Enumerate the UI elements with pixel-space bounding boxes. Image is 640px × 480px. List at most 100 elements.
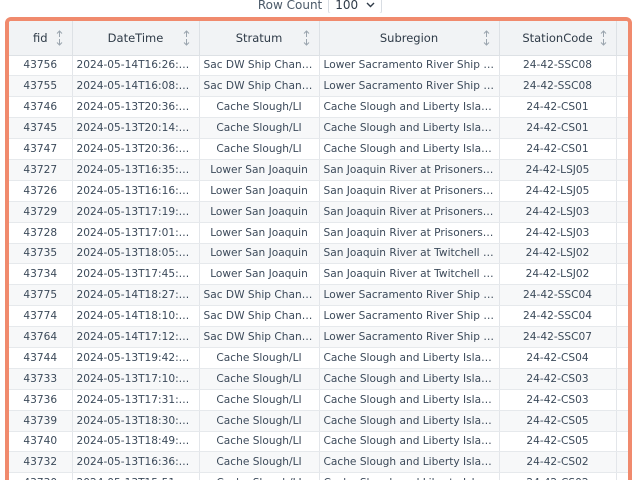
cell-subregion: Cache Slough and Liberty Island [319, 117, 500, 140]
scrollbar-gutter [616, 451, 628, 474]
scrollbar-gutter [616, 305, 628, 328]
cell-fid: 43728 [9, 222, 73, 244]
scrollbar-gutter [616, 96, 628, 119]
table-row[interactable]: 43746 2024-05-13T20:36:53Z Cache Slough/LI… [9, 96, 628, 119]
scrollbar-gutter [616, 55, 628, 77]
cell-datetime: 2024-05-13T19:42:55Z [72, 347, 200, 369]
table-row[interactable]: 43755 2024-05-14T16:08:59Z Sac DW Ship Cha… [9, 75, 628, 98]
table-row[interactable]: 43756 2024-05-14T16:26:03Z Sac DW Ship Cha… [9, 55, 628, 77]
scrollbar-gutter [616, 21, 628, 56]
scrollbar-gutter [616, 326, 628, 348]
cell-subregion: San Joaquin River at Twitchell Is... [319, 243, 500, 265]
cell-datetime: 2024-05-14T17:12:45Z [72, 326, 200, 348]
scrollbar-gutter [616, 368, 628, 390]
cell-stationcode: 24-42-CS03 [499, 389, 617, 411]
column-header-stratum[interactable]: Stratum [199, 21, 320, 56]
cell-stratum: Sac DW Ship Channel [199, 326, 320, 348]
cell-subregion: Cache Slough and Liberty Island [319, 451, 500, 474]
cell-subregion: Cache Slough and Liberty Island [319, 368, 500, 390]
column-header-label: StationCode [522, 30, 593, 45]
table-row[interactable]: 43734 2024-05-13T17:45:12Z Lower San Joaqu… [9, 263, 628, 286]
sort-arrows-icon[interactable] [302, 30, 311, 49]
cell-stratum: Cache Slough/LI [199, 138, 320, 160]
column-header-stationcode[interactable]: StationCode [499, 21, 617, 56]
cell-stationcode: 24-42-CS02 [499, 472, 617, 480]
scrollbar-gutter [616, 222, 628, 244]
cell-stationcode: 24-42-SSC04 [499, 305, 617, 328]
cell-stationcode: 24-42-LSJ05 [499, 180, 617, 202]
sort-arrows-icon[interactable] [482, 30, 491, 49]
column-header-label: Subregion [379, 30, 439, 45]
cell-stationcode: 24-42-LSJ03 [499, 222, 617, 244]
table-row[interactable]: 43739 2024-05-13T18:30:56Z Cache Slough/LI… [9, 410, 628, 432]
cell-datetime: 2024-05-13T20:14:41Z [72, 117, 200, 140]
row-count-value: 100 [335, 0, 359, 12]
table-row[interactable]: 43735 2024-05-13T18:05:40Z Lower San Joaqu… [9, 243, 628, 265]
table-row[interactable]: 43736 2024-05-13T17:31:33Z Cache Slough/LI… [9, 389, 628, 411]
table-row[interactable]: 43775 2024-05-14T18:27:24Z Sac DW Ship Cha… [9, 284, 628, 307]
table-row[interactable]: 43745 2024-05-13T20:14:41Z Cache Slough/LI… [9, 117, 628, 140]
scrollbar-gutter [616, 263, 628, 286]
cell-fid: 43774 [9, 305, 73, 328]
table-row[interactable]: 43726 2024-05-13T16:16:00Z Lower San Joaqu… [9, 180, 628, 202]
cell-datetime: 2024-05-14T18:27:24Z [72, 284, 200, 307]
table-row[interactable]: 43774 2024-05-14T18:10:25Z Sac DW Ship Cha… [9, 305, 628, 328]
cell-fid: 43729 [9, 201, 73, 223]
table-header-row: fid DateTime Stratum Subregion StationCode [9, 21, 628, 56]
column-header-inner: DateTime [73, 21, 199, 54]
sort-arrows-icon[interactable] [55, 30, 64, 49]
table-row[interactable]: 43733 2024-05-13T17:10:23Z Cache Slough/LI… [9, 368, 628, 390]
cell-fid: 43730 [9, 472, 73, 480]
scrollbar-gutter [616, 75, 628, 98]
cell-subregion: Cache Slough and Liberty Island [319, 431, 500, 453]
table-row[interactable]: 43729 2024-05-13T17:19:03Z Lower San Joaqu… [9, 201, 628, 223]
column-header-inner: fid [9, 21, 71, 54]
cell-stationcode: 24-42-CS01 [499, 138, 617, 160]
scrollbar-gutter [616, 431, 628, 453]
cell-stationcode: 24-42-CS01 [499, 117, 617, 140]
cell-subregion: Lower Sacramento River Ship C... [319, 75, 500, 98]
table-row[interactable]: 43732 2024-05-13T16:36:26Z Cache Slough/LI… [9, 451, 628, 474]
cell-stratum: Lower San Joaquin [199, 180, 320, 202]
sort-arrows-icon[interactable] [599, 30, 608, 49]
column-header-label: DateTime [107, 30, 164, 45]
column-header-fid[interactable]: fid [9, 21, 73, 56]
table-row[interactable]: 43728 2024-05-13T17:01:44Z Lower San Joaqu… [9, 222, 628, 244]
cell-stratum: Cache Slough/LI [199, 410, 320, 432]
column-header-subregion[interactable]: Subregion [319, 21, 500, 56]
cell-fid: 43736 [9, 389, 73, 411]
cell-stationcode: 24-42-SSC08 [499, 55, 617, 77]
cell-datetime: 2024-05-13T17:01:44Z [72, 222, 200, 244]
scrollbar-gutter [616, 389, 628, 411]
cell-stationcode: 24-42-SSC08 [499, 75, 617, 98]
table-row[interactable]: 43744 2024-05-13T19:42:55Z Cache Slough/LI… [9, 347, 628, 369]
scrollbar-gutter [616, 472, 628, 480]
cell-stratum: Sac DW Ship Channel [199, 284, 320, 307]
table-row[interactable]: 43747 2024-05-13T20:36:53Z Cache Slough/LI… [9, 138, 628, 160]
cell-fid: 43740 [9, 431, 73, 453]
sort-arrows-icon[interactable] [182, 30, 191, 49]
cell-datetime: 2024-05-13T18:30:56Z [72, 410, 200, 432]
cell-subregion: San Joaquin River at Prisoners Pt [319, 222, 500, 244]
table-row[interactable]: 43740 2024-05-13T18:49:02Z Cache Slough/LI… [9, 431, 628, 453]
table-row[interactable]: 437302024-05-13T15:51:03ZCache Slough/LI… [9, 472, 628, 480]
column-header-label: fid [32, 30, 48, 45]
column-header-inner: Subregion [320, 21, 499, 54]
cell-datetime: 2024-05-13T20:36:53Z [72, 96, 200, 119]
table-body: 43756 2024-05-14T16:26:03Z Sac DW Ship Cha… [9, 55, 628, 480]
cell-stationcode: 24-42-CS04 [499, 347, 617, 369]
row-count-select[interactable]: 100 [328, 0, 383, 13]
cell-stratum: Lower San Joaquin [199, 263, 320, 286]
cell-stationcode: 24-42-CS02 [499, 451, 617, 474]
table-row[interactable]: 43727 2024-05-13T16:35:10Z Lower San Joaqu… [9, 159, 628, 181]
cell-stationcode: 24-42-CS05 [499, 410, 617, 432]
scrollbar-gutter [616, 117, 628, 140]
cell-datetime: 2024-05-13T20:36:53Z [72, 138, 200, 160]
cell-datetime: 2024-05-13T17:10:23Z [72, 368, 200, 390]
cell-datetime: 2024-05-13T17:19:03Z [72, 201, 200, 223]
table-row[interactable]: 43764 2024-05-14T17:12:45Z Sac DW Ship Cha… [9, 326, 628, 348]
column-header-datetime[interactable]: DateTime [72, 21, 200, 56]
row-count-control: Row Count 100 [0, 0, 640, 13]
cell-datetime: 2024-05-13T17:31:33Z [72, 389, 200, 411]
cell-stationcode: 24-42-SSC04 [499, 284, 617, 307]
